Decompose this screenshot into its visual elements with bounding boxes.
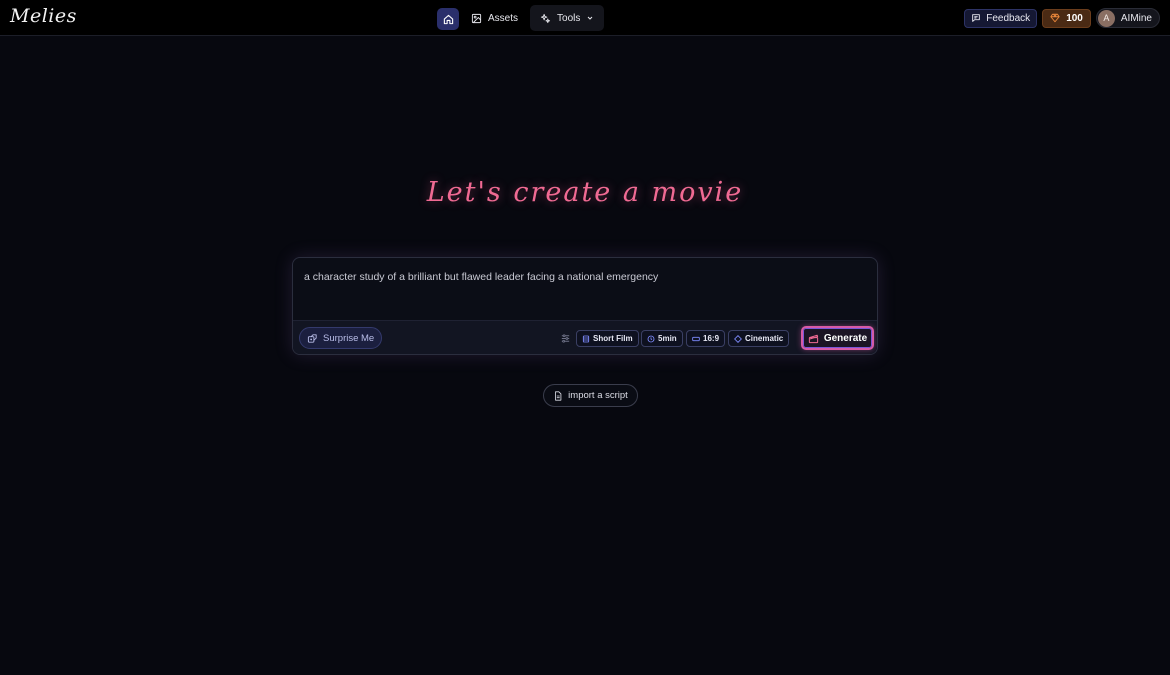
credits-badge[interactable]: 100 [1042, 8, 1091, 28]
document-icon [555, 390, 562, 401]
surprise-me-button[interactable]: Surprise Me [299, 327, 383, 349]
feedback-button[interactable]: Feedback [964, 8, 1038, 28]
chevron-down-icon [588, 16, 593, 20]
prompt-toolbar: Surprise Me Short Film 5min 16:9 Cinemat… [293, 320, 877, 354]
style-chip-label: Cinematic [745, 334, 784, 343]
avatar: A [1097, 9, 1115, 27]
style-icon [734, 334, 742, 343]
style-chip[interactable]: Cinematic [728, 330, 790, 347]
generate-button[interactable]: Generate [801, 326, 874, 350]
import-script-button[interactable]: import a script [543, 384, 638, 407]
aspect-ratio-chip[interactable]: 16:9 [686, 330, 726, 347]
sparkles-icon [540, 13, 551, 23]
clock-icon [647, 335, 655, 342]
aspect-ratio-icon [692, 336, 700, 341]
page-title: Let's create a movie [426, 177, 744, 208]
prompt-input[interactable]: a character study of a brilliant but fla… [304, 271, 864, 283]
gem-icon [1050, 13, 1060, 23]
top-navigation-bar: Melies Assets Tools Feedback 100 A AIMin… [0, 0, 1170, 36]
duration-chip[interactable]: 5min [641, 330, 683, 347]
import-script-label: import a script [568, 390, 628, 401]
app-logo[interactable]: Melies [10, 5, 77, 27]
message-icon [972, 14, 981, 22]
nav-home-button[interactable] [437, 8, 459, 30]
user-menu[interactable]: A AIMine [1095, 8, 1160, 28]
film-icon [582, 335, 590, 342]
feedback-label: Feedback [986, 12, 1031, 24]
clapperboard-icon [808, 334, 818, 343]
dice-icon [307, 333, 317, 343]
credits-value: 100 [1066, 12, 1083, 24]
sliders-icon[interactable] [560, 333, 571, 344]
surprise-me-label: Surprise Me [323, 332, 375, 344]
user-name: AIMine [1120, 12, 1152, 24]
format-chip-label: Short Film [593, 334, 633, 343]
duration-chip-label: 5min [658, 334, 677, 343]
nav-tools-label: Tools [557, 12, 581, 24]
home-icon [443, 14, 453, 24]
format-chip[interactable]: Short Film [576, 330, 639, 347]
nav-tools-dropdown[interactable]: Tools [530, 5, 605, 31]
image-icon [471, 13, 482, 23]
nav-assets-link[interactable]: Assets [469, 5, 520, 31]
header-actions: Feedback 100 A AIMine [964, 8, 1160, 28]
prompt-card: a character study of a brilliant but fla… [292, 257, 878, 355]
aspect-ratio-chip-label: 16:9 [703, 334, 720, 343]
generate-label: Generate [823, 332, 868, 344]
nav-assets-label: Assets [488, 12, 519, 24]
main-nav: Assets Tools [437, 5, 605, 31]
